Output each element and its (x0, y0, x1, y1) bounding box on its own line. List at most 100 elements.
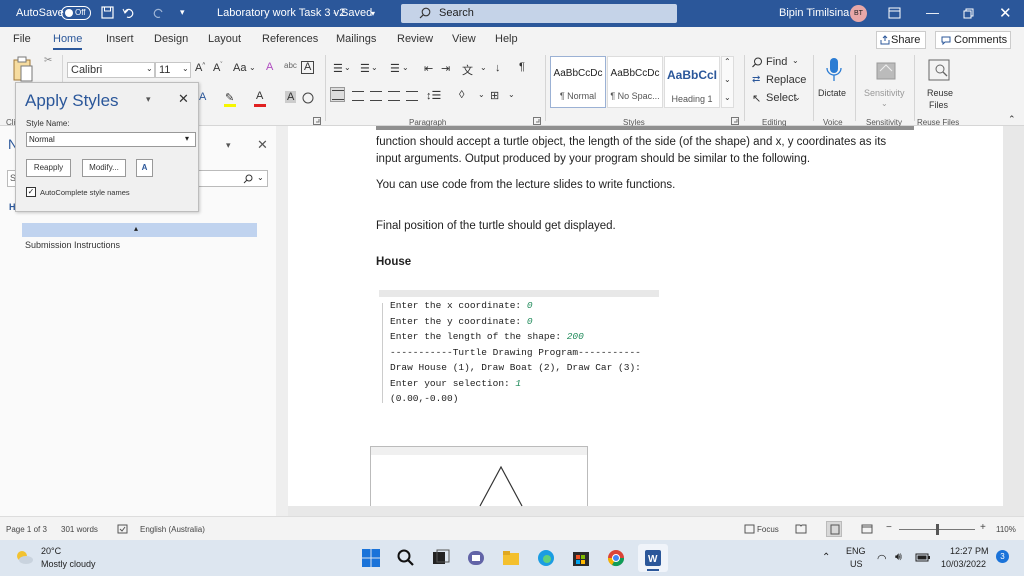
chrome-browser-icon[interactable] (607, 549, 625, 567)
page-count[interactable]: Page 1 of 3 (6, 525, 47, 534)
character-border-icon[interactable]: A (301, 61, 315, 74)
battery-icon[interactable] (915, 553, 931, 562)
chevron-down-icon[interactable]: ▾ (146, 94, 151, 105)
restore-button[interactable] (963, 8, 974, 19)
styles-gallery-scroll[interactable]: ⌃ ⌄ ⌄ (721, 56, 734, 108)
weather-temp[interactable]: 20°C (41, 546, 61, 556)
enclose-characters-icon[interactable] (302, 92, 314, 104)
asian-layout-icon[interactable]: 文 (462, 62, 473, 78)
minimize-button[interactable]: — (926, 5, 939, 20)
show-formatting-icon[interactable]: ¶ (519, 61, 525, 73)
phonetic-guide-icon[interactable]: abc (284, 61, 297, 70)
sort-icon[interactable]: ↓ (495, 62, 501, 74)
redo-icon[interactable] (152, 7, 166, 19)
read-mode-icon[interactable] (795, 524, 807, 534)
cut-icon[interactable]: ✂ (44, 55, 52, 66)
tab-mailings[interactable]: Mailings (336, 33, 376, 45)
web-layout-icon[interactable] (861, 524, 873, 534)
clock-time[interactable]: 12:27 PM (950, 546, 989, 556)
proofing-icon[interactable] (117, 524, 128, 534)
weather-icon[interactable] (14, 549, 34, 565)
search-box[interactable]: Search (401, 4, 677, 23)
align-right-icon[interactable] (370, 91, 382, 101)
avatar[interactable]: BT (850, 5, 867, 22)
close-icon[interactable]: ✕ (257, 137, 268, 153)
tab-review[interactable]: Review (397, 33, 433, 45)
bullets-icon[interactable]: ☰ (333, 62, 343, 75)
save-status[interactable]: Saved (341, 7, 372, 19)
focus-mode[interactable]: Focus (757, 525, 779, 534)
font-name-select[interactable]: Calibri ⌄ (67, 62, 155, 78)
dialog-launcher-icon[interactable] (313, 117, 321, 125)
line-spacing-icon[interactable]: ↕☰ (426, 89, 441, 102)
wifi-icon[interactable]: ◠ (877, 552, 887, 565)
select-button[interactable]: ↖ Select ⌄ (752, 92, 812, 106)
style-no-spacing[interactable]: AaBbCcDc ¶ No Spac... (607, 56, 663, 108)
collapse-ribbon-icon[interactable]: ⌃ (1008, 114, 1016, 125)
text-effects-icon[interactable]: A (199, 91, 206, 103)
dialog-launcher-icon[interactable] (731, 117, 739, 125)
input-language[interactable]: ENG (846, 546, 866, 556)
grow-font-icon[interactable]: A^ (195, 62, 205, 74)
close-icon[interactable]: ✕ (178, 91, 189, 107)
close-button[interactable]: ✕ (999, 4, 1012, 22)
teams-chat-icon[interactable] (467, 549, 485, 567)
file-explorer-icon[interactable] (502, 549, 520, 567)
ribbon-display-icon[interactable] (888, 7, 901, 19)
multilevel-list-icon[interactable]: ☰ (390, 62, 400, 75)
comments-button[interactable]: Comments (935, 31, 1011, 49)
justify-icon[interactable] (388, 91, 400, 101)
shading-icon[interactable]: ◊ (459, 89, 464, 101)
decrease-indent-icon[interactable]: ⇤ (424, 62, 433, 75)
align-center-icon[interactable] (352, 91, 364, 101)
tab-help[interactable]: Help (495, 33, 518, 45)
zoom-slider-thumb[interactable] (936, 524, 939, 535)
sensitivity-button[interactable]: Sensitivity ⌄ (860, 55, 912, 115)
style-name-input[interactable]: Normal ▾ (26, 132, 196, 147)
style-heading-1[interactable]: AaBbCcI Heading 1 (664, 56, 720, 108)
tab-view[interactable]: View (452, 33, 476, 45)
character-shading-icon[interactable]: A (285, 91, 297, 103)
highlight-icon[interactable]: ✎ (225, 91, 234, 104)
chevron-down-icon[interactable]: ⌄ (249, 63, 256, 72)
zoom-in-button[interactable]: + (980, 522, 986, 533)
nav-item-submission-instructions[interactable]: Submission Instructions (25, 240, 120, 250)
font-size-select[interactable]: 11 ⌄ (155, 62, 191, 78)
edge-browser-icon[interactable] (537, 549, 555, 567)
shrink-font-icon[interactable]: Aˇ (213, 62, 222, 74)
clock-date[interactable]: 10/03/2022 (941, 559, 986, 569)
autosave-toggle[interactable]: Off (61, 6, 91, 20)
autocomplete-checkbox[interactable]: ✓ (26, 187, 36, 197)
chevron-down-icon[interactable]: ⌄ (402, 63, 409, 72)
chevron-down-icon[interactable]: ▾ (226, 140, 231, 151)
numbering-icon[interactable]: ☰ (360, 62, 370, 75)
chevron-down-icon[interactable]: ⌄ (371, 63, 378, 72)
word-taskbar-button[interactable]: W (638, 544, 668, 572)
reapply-button[interactable]: Reapply (26, 159, 71, 177)
search-icon[interactable] (397, 549, 415, 567)
paste-icon[interactable] (12, 56, 34, 84)
distributed-icon[interactable] (406, 91, 418, 101)
tab-design[interactable]: Design (154, 33, 188, 45)
zoom-out-button[interactable]: − (886, 522, 892, 533)
clear-formatting-icon[interactable]: A (266, 61, 273, 73)
chevron-down-icon[interactable]: ⌄ (478, 90, 485, 99)
replace-button[interactable]: ⇄ Replace (752, 74, 812, 88)
borders-icon[interactable]: ⊞ (490, 89, 499, 102)
save-icon[interactable] (101, 6, 114, 19)
dialog-launcher-icon[interactable] (533, 117, 541, 125)
dictate-button[interactable]: Dictate (817, 55, 851, 115)
chevron-down-icon[interactable]: ⌄ (508, 90, 515, 99)
chevron-down-icon[interactable]: ▾ (371, 9, 375, 18)
chevron-down-icon[interactable]: ⌄ (480, 63, 487, 72)
language[interactable]: English (Australia) (140, 525, 205, 534)
zoom-level[interactable]: 110% (996, 525, 1016, 534)
style-normal[interactable]: AaBbCcDc ¶ Normal (550, 56, 606, 108)
share-button[interactable]: Share (876, 31, 926, 49)
align-left-button[interactable] (330, 87, 345, 102)
chevron-down-icon[interactable]: ⌄ (344, 63, 351, 72)
styles-pane-button[interactable]: A (136, 159, 153, 177)
font-color-icon[interactable]: A (256, 90, 263, 102)
windows-start-icon[interactable] (362, 549, 380, 567)
tab-references[interactable]: References (262, 33, 318, 45)
